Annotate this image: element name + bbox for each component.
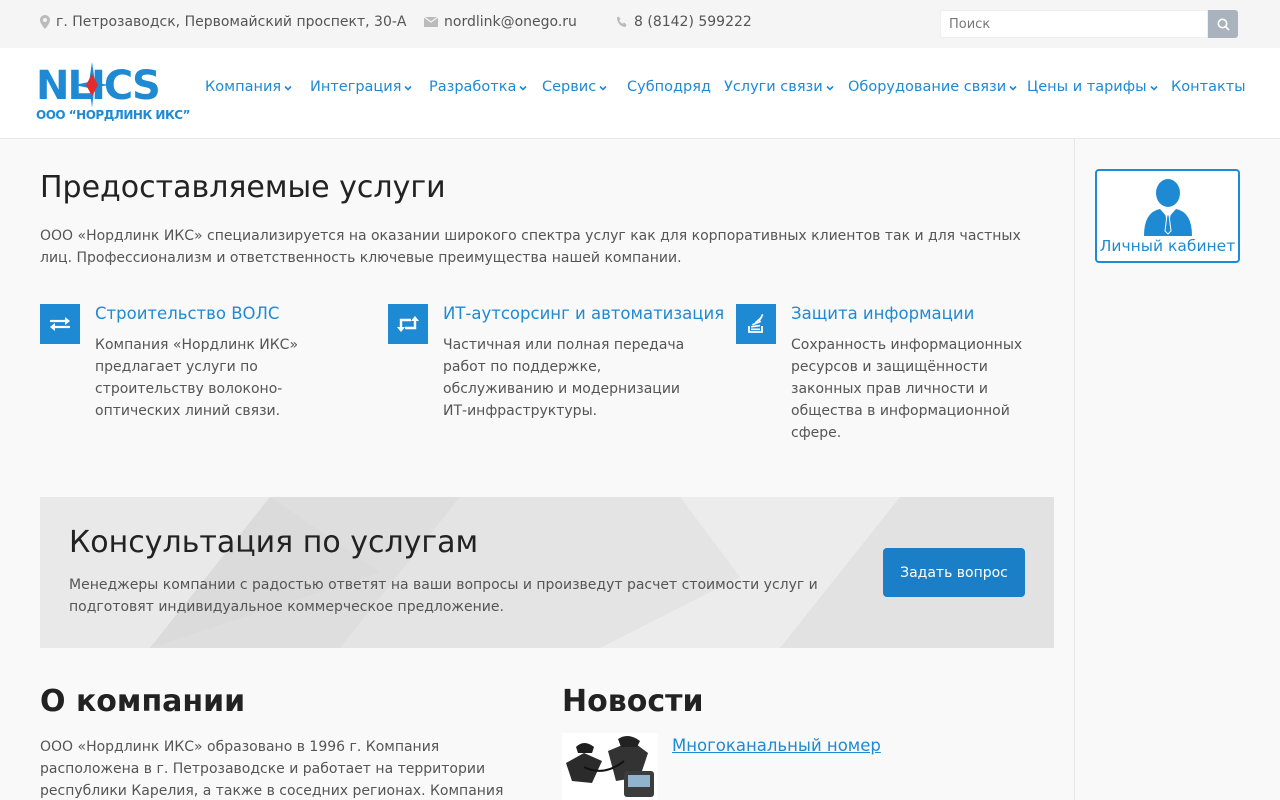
service-icon-box <box>736 304 776 344</box>
service-title[interactable]: ИТ-аутсорсинг и автоматизация <box>443 304 724 323</box>
intro-text: ООО «Нордлинк ИКС» специализируется на о… <box>40 228 1021 266</box>
nav-item-1[interactable]: Компания <box>205 79 292 95</box>
search-input[interactable] <box>940 10 1208 38</box>
site-header: NLICS ООО “НОРДЛИНК ИКС” КомпанияИнтегра… <box>0 48 1280 139</box>
ip-phones-image <box>562 733 658 800</box>
service-icon-box <box>388 304 428 344</box>
map-pin-icon <box>40 15 50 29</box>
consultation-description: Менеджеры компании с радостью ответят на… <box>69 577 818 615</box>
address-text: г. Петрозаводск, Первомайский проспект, … <box>56 14 407 30</box>
service-title[interactable]: Строительство ВОЛС <box>95 304 279 323</box>
search-icon <box>1217 18 1230 31</box>
nav-item-label: Контакты <box>1171 79 1246 95</box>
news-thumbnail[interactable] <box>562 733 658 800</box>
news-title: Новости <box>562 684 704 719</box>
logo-subtitle: ООО “НОРДЛИНК ИКС” <box>36 108 190 122</box>
page-title: Предоставляемые услуги <box>40 170 446 205</box>
retweet-icon <box>397 316 419 332</box>
nav-item-label: Компания <box>205 79 282 95</box>
consultation-title: Консультация по услугам <box>69 525 479 560</box>
service-description: Сохранность информационных ресурсов и за… <box>791 337 1023 441</box>
service-description: Частичная или полная передача работ по п… <box>443 337 685 419</box>
service-description: Компания «Нордлинк ИКС» предлагает услуг… <box>95 337 299 419</box>
news-item-link[interactable]: Многоканальный номер <box>672 736 881 755</box>
nav-item-label: Оборудование связи <box>848 79 1007 95</box>
ask-question-button[interactable]: Задать вопрос <box>883 548 1025 597</box>
user-icon <box>1144 179 1192 236</box>
phone-info[interactable]: 8 (8142) 599222 <box>616 14 752 30</box>
phone-text[interactable]: 8 (8142) 599222 <box>634 14 752 30</box>
main-nav: Компания Интеграция Разработка Сервис Субпод… <box>0 79 1280 101</box>
consultation-banner: Консультация по услугам Менеджеры компан… <box>40 497 1054 648</box>
nav-item-5[interactable]: Субподряд <box>627 79 711 95</box>
personal-account-label: Личный кабинет <box>1099 237 1236 255</box>
exchange-arrows-icon <box>50 317 70 331</box>
nav-item-6[interactable]: Услуги связи <box>724 79 834 95</box>
service-title[interactable]: Защита информации <box>791 304 974 323</box>
about-title: О компании <box>40 684 246 719</box>
nav-item-4[interactable]: Сервис <box>542 79 607 95</box>
chevron-down-icon <box>519 85 527 91</box>
chevron-down-icon <box>599 85 607 91</box>
nav-item-label: Разработка <box>429 79 517 95</box>
nav-item-label: Услуги связи <box>724 79 823 95</box>
service-icon-box <box>40 304 80 344</box>
mail-icon <box>424 17 438 27</box>
search-button[interactable] <box>1208 10 1238 38</box>
search-form <box>940 10 1238 38</box>
nav-item-9[interactable]: Контакты <box>1171 79 1246 95</box>
nav-item-label: Сервис <box>542 79 597 95</box>
chevron-down-icon <box>404 85 412 91</box>
top-bar: г. Петрозаводск, Первомайский проспект, … <box>0 0 1280 48</box>
nav-item-3[interactable]: Разработка <box>429 79 527 95</box>
phone-icon <box>617 16 627 27</box>
nav-item-label: Субподряд <box>627 79 711 95</box>
nav-item-8[interactable]: Цены и тарифы <box>1027 79 1158 95</box>
email-info[interactable]: nordlink@onego.ru <box>424 14 577 30</box>
chevron-down-icon <box>1149 85 1158 91</box>
chevron-down-icon <box>1009 85 1017 91</box>
chevron-down-icon <box>826 85 834 91</box>
right-sidebar: Личный кабинет <box>1074 139 1280 800</box>
nav-item-2[interactable]: Интеграция <box>310 79 412 95</box>
stack-icon <box>748 314 764 333</box>
chevron-down-icon <box>284 85 292 91</box>
nav-item-label: Цены и тарифы <box>1027 79 1147 95</box>
nav-item-label: Интеграция <box>310 79 402 95</box>
address-info: г. Петрозаводск, Первомайский проспект, … <box>40 14 407 30</box>
nav-item-7[interactable]: Оборудование связи <box>848 79 1017 95</box>
personal-account-button[interactable]: Личный кабинет <box>1095 169 1240 263</box>
about-text: ООО «Нордлинк ИКС» образовано в 1996 г. … <box>40 739 504 799</box>
email-text[interactable]: nordlink@onego.ru <box>444 14 577 30</box>
